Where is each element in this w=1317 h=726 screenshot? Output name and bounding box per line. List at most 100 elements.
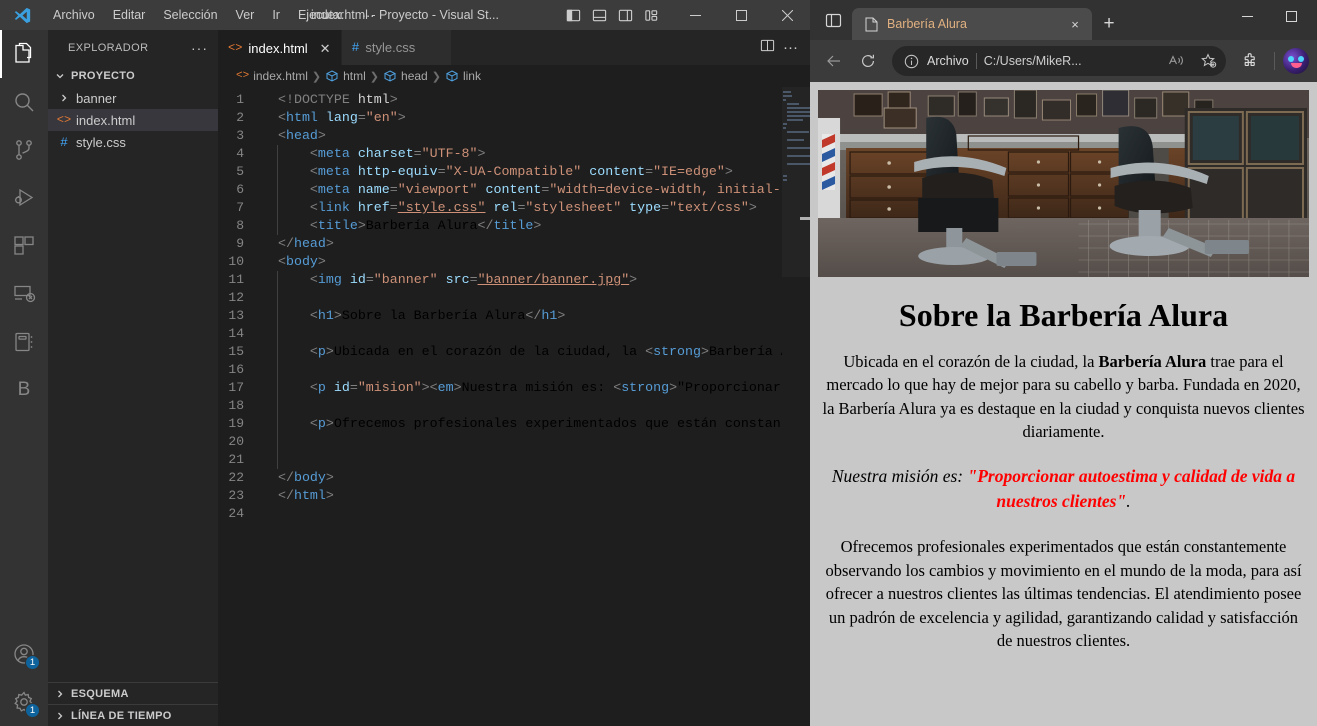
tree-section-proyecto[interactable]: PROYECTO [48,65,218,87]
code-line: 17 <p id="mision"><em>Nuestra misión es:… [218,379,782,397]
sidebar-section-linea-de-tiempo[interactable]: LÍNEA DE TIEMPO [48,704,218,726]
code-line-text: <img id="banner" src="banner/banner.jpg"… [262,271,637,289]
sidebar-section-label: LÍNEA DE TIEMPO [71,709,172,722]
customize-layout-icon[interactable] [640,4,662,26]
line-number: 14 [228,326,244,341]
add-favorite-icon[interactable] [1196,48,1222,74]
code-line-text: <h1>Sobre la Barbería Alura</h1> [262,307,565,325]
avatar-eye-left [1288,56,1294,62]
activitybar-source-control-icon[interactable] [0,126,48,174]
activitybar-settings-gear-icon[interactable]: 1 [0,678,48,726]
activitybar-run-debug-icon[interactable] [0,174,48,222]
line-number: 8 [236,218,244,233]
code-editor-area[interactable]: 1 <!DOCTYPE html> 2 <html lang="en"> 3 <head>… [218,87,810,726]
tabbar-filler [451,30,748,65]
read-aloud-icon[interactable] [1163,48,1189,74]
window-minimize-button[interactable] [672,0,718,30]
browser-tab[interactable]: Barbería Alura × [852,8,1092,40]
breadcrumb-separator-icon: ❯ [431,70,441,83]
breadcrumb-file[interactable]: <> index.html [236,69,308,83]
breadcrumb-symbol-head[interactable]: head [383,69,428,83]
symbol-field-icon [325,69,339,83]
browser-maximize-button[interactable] [1269,0,1313,32]
activitybar-remote-explorer-icon[interactable] [0,270,48,318]
indent-guide [277,289,278,307]
browser-viewport[interactable]: Sobre la Barbería Alura Ubicada en el co… [810,82,1317,726]
new-tab-button[interactable]: + [1092,8,1126,40]
activitybar-bookmarks-icon[interactable]: B [0,366,48,414]
activitybar-search-icon[interactable] [0,78,48,126]
back-arrow-icon[interactable] [818,45,850,77]
tree-item-banner[interactable]: banner [48,87,218,109]
activitybar-extensions-icon[interactable] [0,222,48,270]
menu-seleccion[interactable]: Selección [154,4,226,26]
tree-item-style-css[interactable]: # style.css [48,131,218,153]
activitybar-notebook-icon[interactable] [0,318,48,366]
tree-item-label: banner [76,90,117,106]
address-bar[interactable]: Archivo C:/Users/MikeR... [892,46,1226,76]
window-close-button[interactable] [764,0,810,30]
explorer-more-actions-icon[interactable]: ··· [191,41,212,55]
html-file-icon: <> [236,70,250,82]
address-url-text[interactable]: C:/Users/MikeR... [984,54,1156,68]
tab-style-css[interactable]: # style.css [341,30,452,65]
code-line-text: <link href="style.css" rel="stylesheet" … [262,199,757,217]
breadcrumb-separator-icon: ❯ [311,70,322,83]
menu-editar[interactable]: Editar [104,4,155,26]
profile-avatar[interactable] [1283,48,1309,74]
minimap-line [783,127,787,129]
line-number: 4 [236,146,244,161]
browser-toolbar-right [1234,45,1309,77]
editor-layout-controls [562,4,672,26]
bookmarks-letter: B [17,379,31,400]
line-number: 6 [236,182,244,197]
more-actions-icon[interactable]: ··· [783,40,798,55]
activitybar-accounts-icon[interactable]: 1 [0,630,48,678]
editor-tabbar: <> index.html ✕ # style.css ··· [218,30,810,65]
code-content[interactable]: 1 <!DOCTYPE html> 2 <html lang="en"> 3 <head>… [218,87,782,523]
editor-vertical-scrollbar[interactable] [800,87,810,726]
browser-minimize-button[interactable] [1225,0,1269,32]
menu-ejecutar[interactable]: Ejecutar [289,4,353,26]
code-line: 18 [218,397,782,415]
toggle-panel-icon[interactable] [588,4,610,26]
chevron-right-icon [52,708,68,724]
menu-ver[interactable]: Ver [227,4,264,26]
line-number: 5 [236,164,244,179]
tree-section-label: PROYECTO [71,70,135,82]
browser-tab-close-icon[interactable]: × [1066,15,1084,33]
tab-search-icon[interactable] [814,0,852,40]
titlebar-right [562,0,810,30]
tab-index-html[interactable]: <> index.html ✕ [218,30,342,65]
code-line: 5 <meta http-equiv="X-UA-Compatible" con… [218,163,782,181]
breadcrumb-symbol-html[interactable]: html [325,69,366,83]
toolbar-divider [1274,52,1275,70]
line-number: 17 [228,380,244,395]
extensions-puzzle-icon[interactable] [1234,45,1266,77]
minimap-line [783,91,792,93]
page-paragraph-1: Ubicada en el corazón de la ciudad, la B… [818,350,1309,444]
line-number: 2 [236,110,244,125]
indent-guide [277,433,278,451]
refresh-icon[interactable] [852,45,884,77]
sidebar-section-esquema[interactable]: ESQUEMA [48,682,218,704]
page-file-icon [863,16,879,32]
menu-archivo[interactable]: Archivo [44,4,104,26]
breadcrumb-symbol-link[interactable]: link [445,69,481,83]
toggle-secondary-sidebar-icon[interactable] [614,4,636,26]
code-line: 19 <p>Ofrecemos profesionales experiment… [218,415,782,433]
activitybar-explorer-icon[interactable] [0,30,48,78]
tab-label: index.html [248,40,308,56]
menu-ir[interactable]: Ir [263,4,289,26]
split-editor-icon[interactable] [760,38,775,58]
tab-close-icon[interactable]: ✕ [320,42,331,55]
window-maximize-button[interactable] [718,0,764,30]
menu-overflow[interactable]: ⋯ [353,4,384,27]
code-line: 24 [218,505,782,523]
tree-item-index-html[interactable]: <> index.html [48,109,218,131]
code-scroll-container[interactable]: 1 <!DOCTYPE html> 2 <html lang="en"> 3 <head>… [218,87,782,726]
line-number: 18 [228,398,244,413]
info-circle-icon[interactable] [902,52,920,70]
toggle-primary-sidebar-icon[interactable] [562,4,584,26]
